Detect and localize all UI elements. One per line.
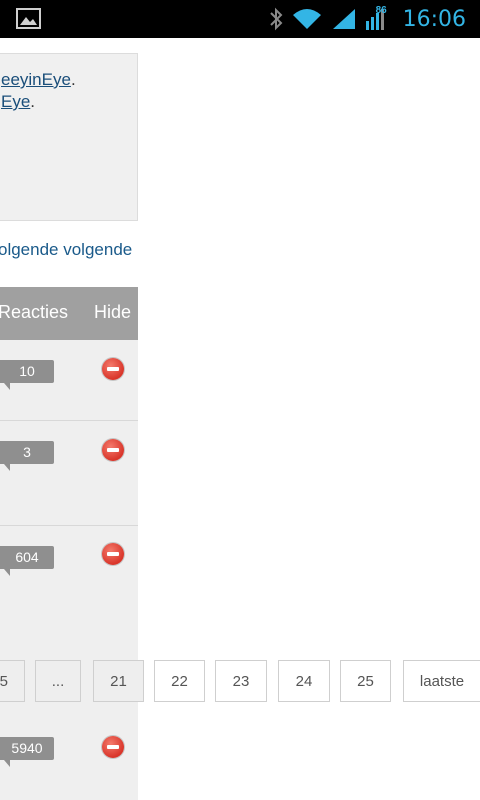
comment-count-badge: 604 xyxy=(0,546,54,576)
page-link[interactable]: 21 xyxy=(93,660,144,702)
user-link[interactable]: eeyinEye xyxy=(1,70,71,89)
info-box: eeyinEye. Eye. xyxy=(0,53,138,221)
table-row[interactable]: 5940 xyxy=(0,718,138,800)
info-line-2: Eye. xyxy=(1,92,35,112)
hide-icon[interactable] xyxy=(102,543,124,565)
page-link[interactable]: 5 xyxy=(0,660,25,702)
page-ellipsis: ... xyxy=(35,660,81,702)
column-reacties[interactable]: Reacties xyxy=(0,302,68,323)
image-icon xyxy=(16,8,41,29)
table-row[interactable]: 3 xyxy=(0,421,138,526)
table-row[interactable]: 604 xyxy=(0,526,138,645)
column-hide: Hide xyxy=(94,302,132,322)
wifi-icon xyxy=(292,9,321,29)
info-line-1-suffix: . xyxy=(70,70,76,89)
page-link[interactable]: 24 xyxy=(278,660,330,702)
page-link[interactable]: 23 xyxy=(215,660,267,702)
next-page-link[interactable]: olgende volgende xyxy=(0,240,132,260)
comment-count-badge: 10 xyxy=(0,360,54,390)
user-link-2[interactable]: Eye xyxy=(1,92,30,111)
comment-count-badge: 5940 xyxy=(0,737,54,767)
info-line-2-suffix: . xyxy=(30,92,36,111)
table-row[interactable]: 10 xyxy=(0,340,138,421)
data-signal: 86 xyxy=(365,5,389,31)
page-link[interactable]: 22 xyxy=(154,660,205,702)
table-header: Reacties Hide xyxy=(0,287,138,340)
status-bar: 86 16:06 xyxy=(0,0,480,38)
signal-icon xyxy=(332,9,355,29)
status-icons: 86 16:06 xyxy=(269,0,466,38)
hide-icon[interactable] xyxy=(102,358,124,380)
info-line-1: eeyinEye. xyxy=(1,70,76,90)
last-page-link[interactable]: laatste xyxy=(403,660,480,702)
comment-count-badge: 3 xyxy=(0,441,54,471)
bluetooth-icon xyxy=(269,7,283,31)
clock: 16:06 xyxy=(402,6,466,32)
hide-icon[interactable] xyxy=(102,439,124,461)
hide-icon[interactable] xyxy=(102,736,124,758)
data-label: 86 xyxy=(375,5,387,16)
page-link[interactable]: 25 xyxy=(340,660,391,702)
